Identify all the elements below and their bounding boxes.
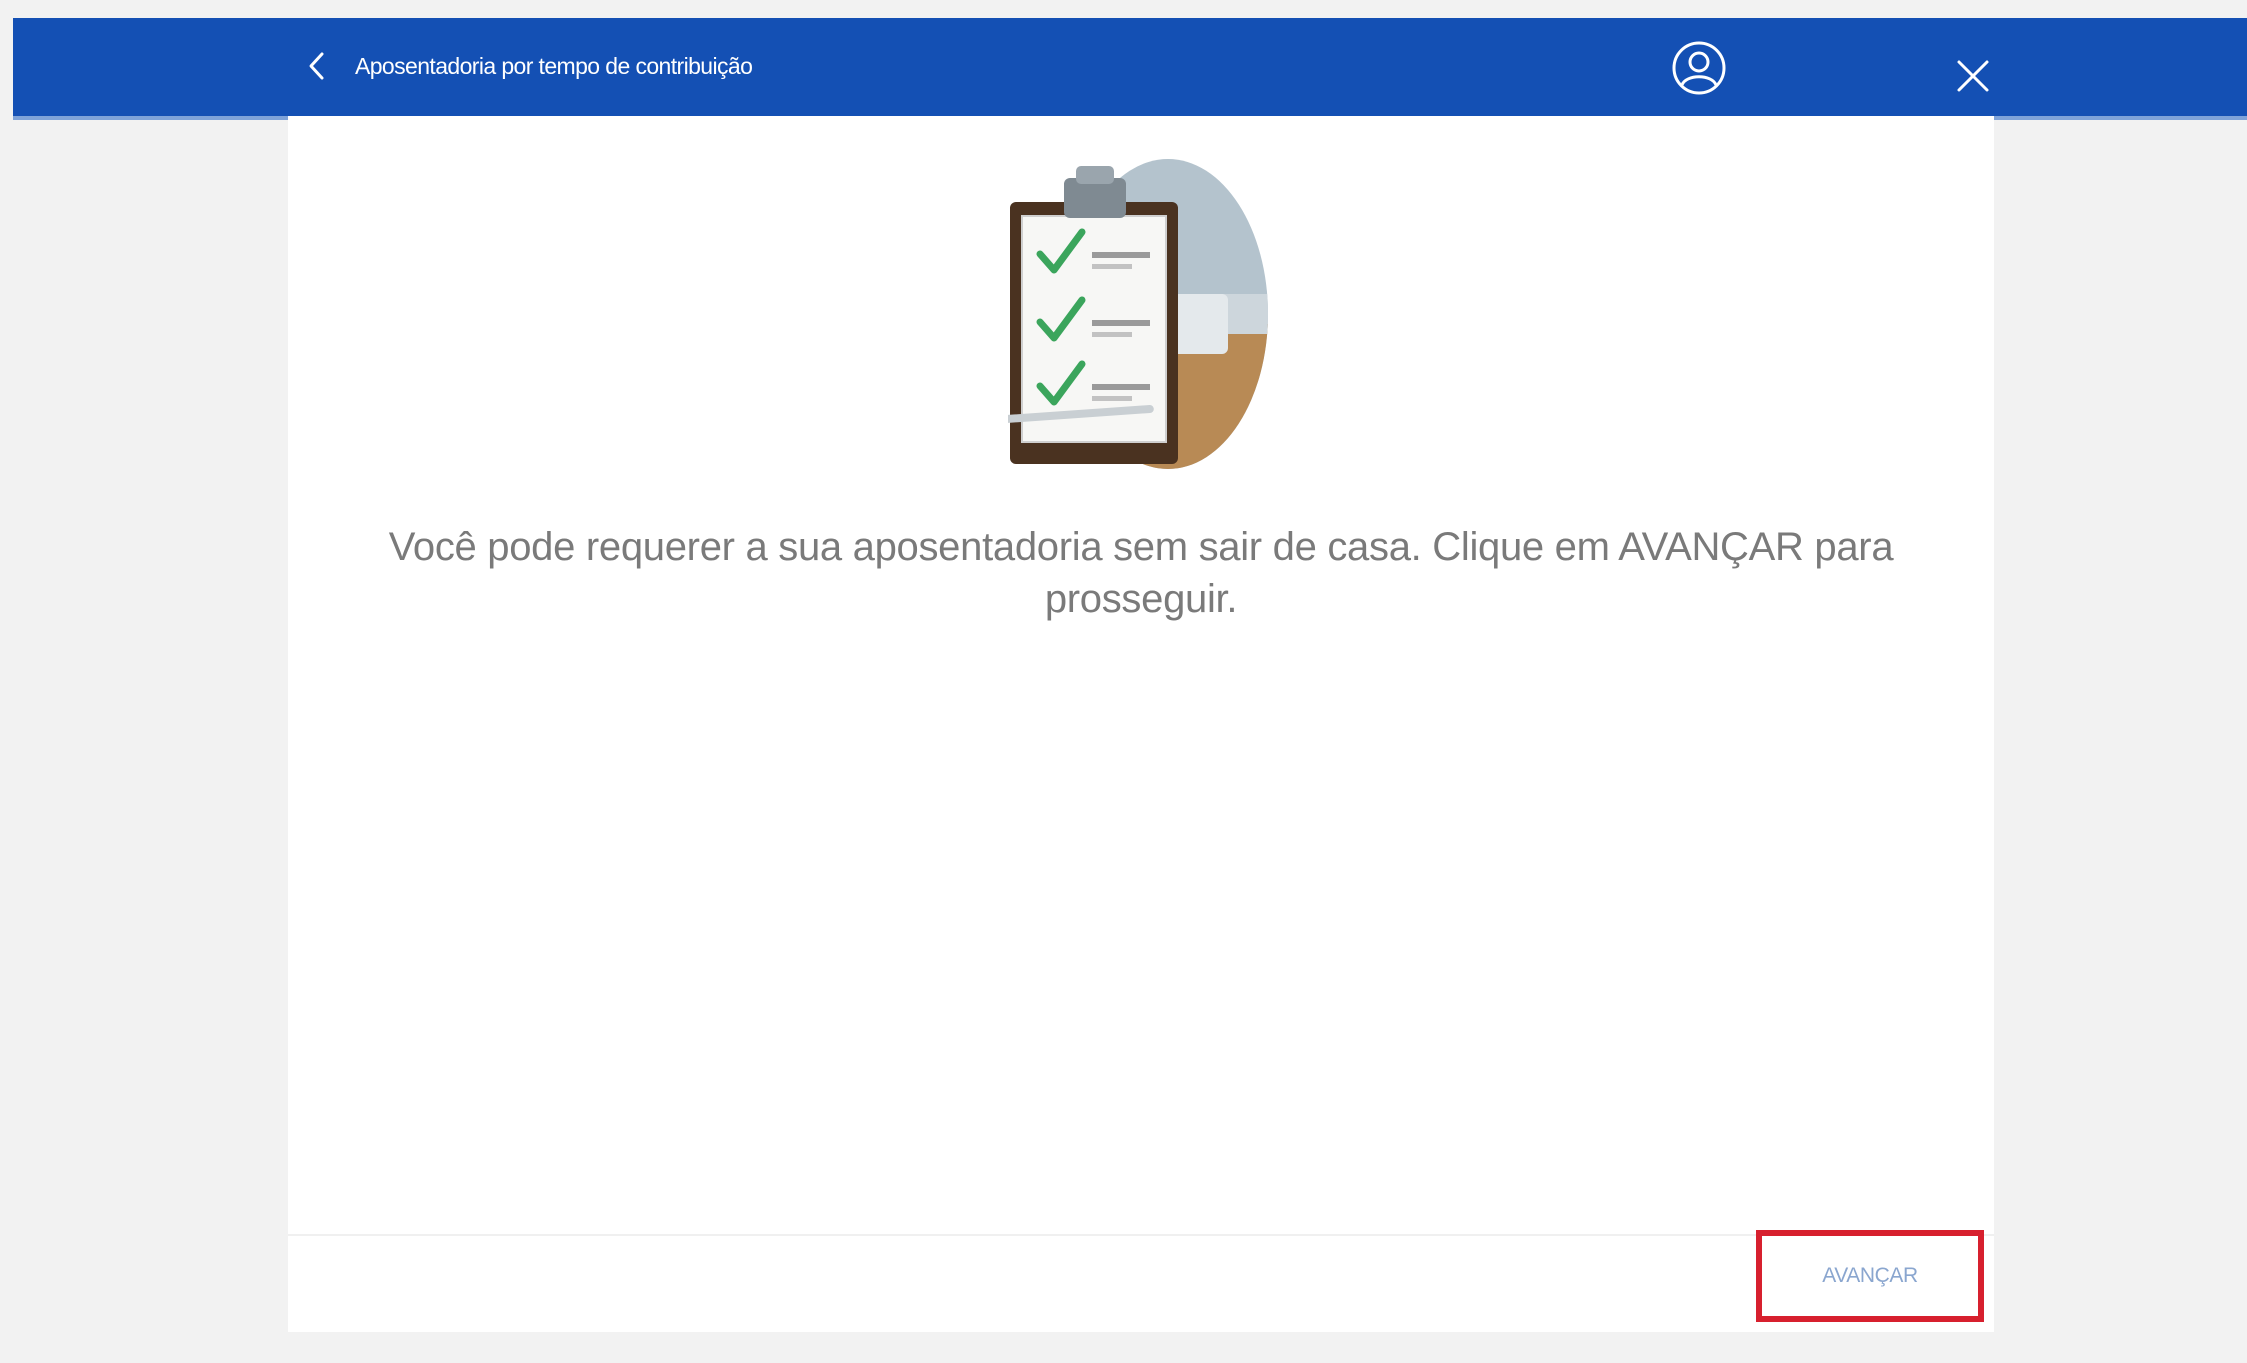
user-circle-icon: [1672, 41, 1726, 95]
content-card: Você pode requerer a sua aposentadoria s…: [288, 116, 1994, 1332]
instruction-message: Você pode requerer a sua aposentadoria s…: [388, 525, 1894, 621]
clipboard-checklist-illustration: [1008, 159, 1268, 469]
back-button[interactable]: [299, 48, 335, 84]
app-window: Aposentadoria por tempo de contribuição: [0, 0, 2247, 1363]
close-button[interactable]: [1955, 58, 1991, 94]
close-icon: [1957, 60, 1989, 92]
user-account-button[interactable]: [1669, 38, 1729, 98]
top-bar: Aposentadoria por tempo de contribuição: [13, 18, 2247, 120]
page-title: Aposentadoria por tempo de contribuição: [355, 53, 753, 79]
next-button[interactable]: AVANÇAR: [1772, 1242, 1968, 1310]
footer-divider: [288, 1234, 1994, 1236]
chevron-left-icon: [309, 52, 324, 80]
